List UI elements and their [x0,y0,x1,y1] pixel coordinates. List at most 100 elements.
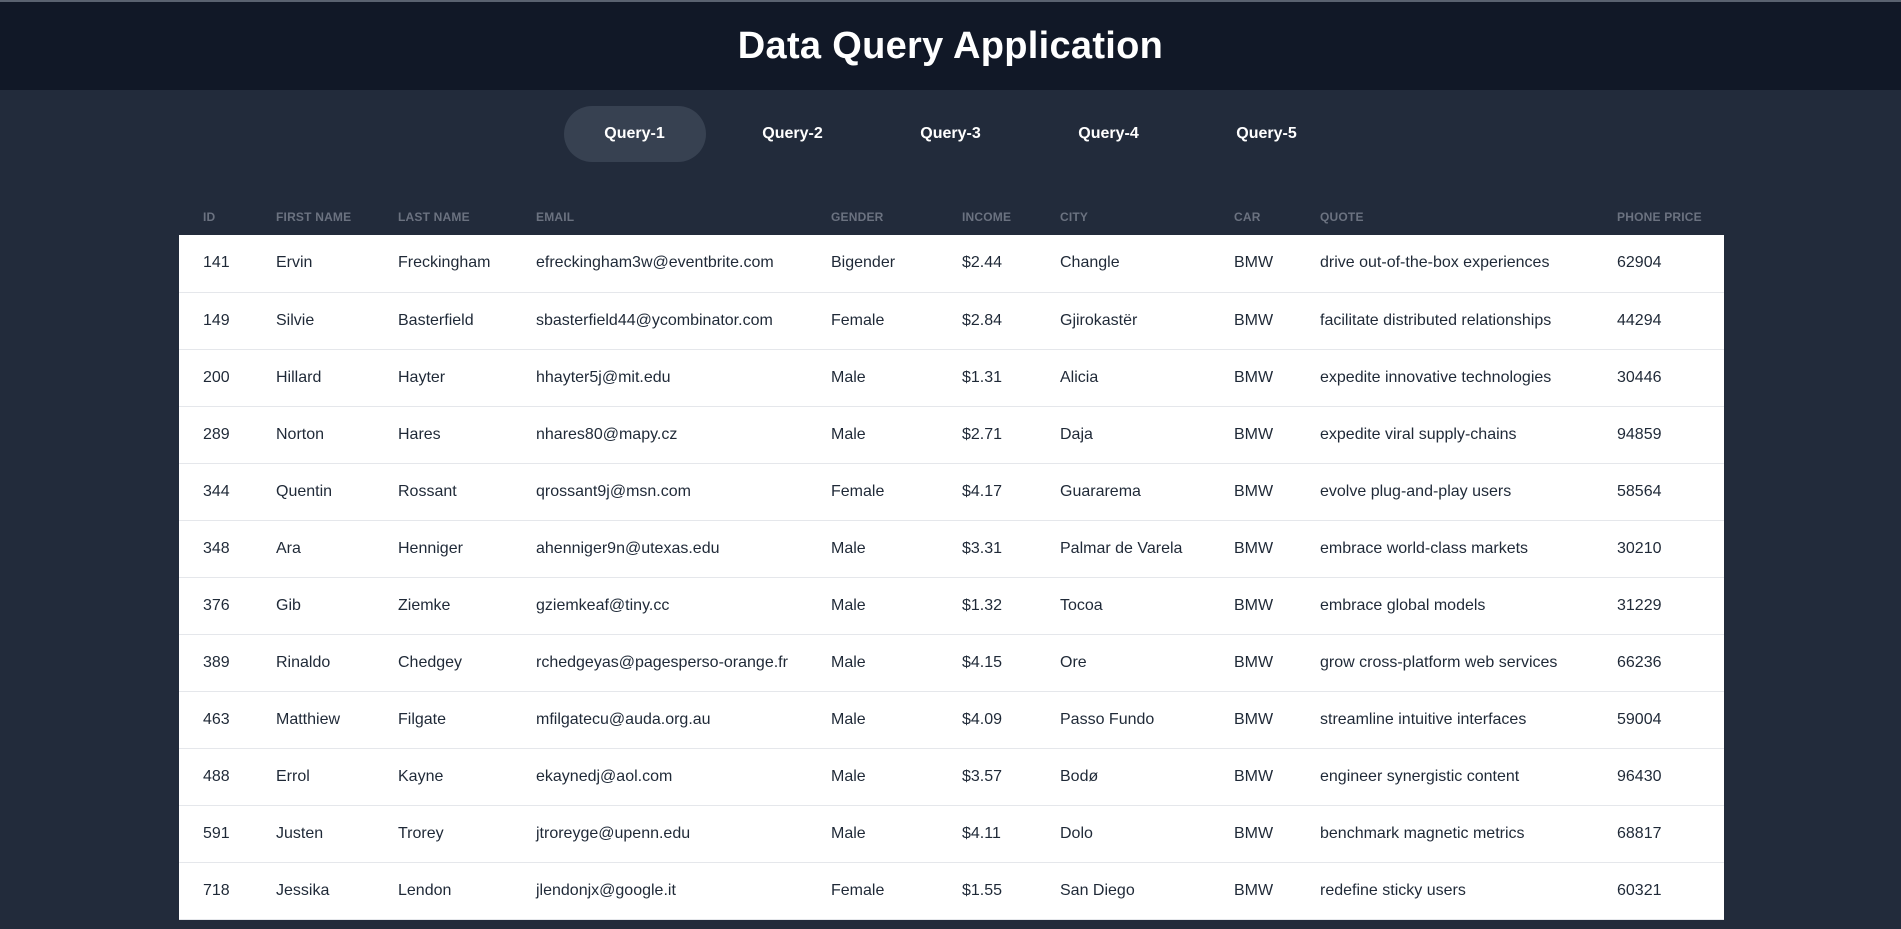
first-name-cell: Justen [276,824,324,842]
column-car-header: CAR [1234,209,1261,224]
id-cell: 591 [203,824,230,842]
car-cell: BMW [1234,311,1274,329]
last-name-cell: Henniger [398,539,463,557]
quote-cell: redefine sticky users [1320,881,1466,899]
tab-query-1[interactable]: Query-1 [563,106,706,162]
tab-query-4[interactable]: Query-4 [1038,106,1180,162]
gender-cell: Female [831,482,885,500]
id-cell: 344 [203,482,230,500]
quote-cell: facilitate distributed relationships [1320,311,1552,329]
car-cell: BMW [1234,767,1274,785]
tab-query-2[interactable]: Query-2 [722,106,864,162]
id-cell: 376 [203,596,230,614]
last-name-cell: Rossant [398,482,457,500]
email-cell: mfilgatecu@auda.org.au [536,710,711,728]
income-cell: $1.31 [962,368,1003,386]
table-body: 141 Ervin Freckingham efreckingham3w@eventb… [179,235,1724,919]
table-row[interactable]: 200 Hillard Hayter hhayter5j@mit.edu Male $1.… [179,349,1724,406]
results-table: ID FIRST NAME LAST NAME EMAIL GENDER INCOME CI… [179,198,1724,920]
last-name-cell: Freckingham [398,254,491,272]
last-name-cell: Chedgey [398,653,463,671]
last-name-cell: Hayter [398,368,446,386]
table-row[interactable]: 389 Rinaldo Chedgey rchedgeyas@pagesperso-o… [179,634,1724,691]
car-cell: BMW [1234,254,1274,272]
car-cell: BMW [1234,653,1274,671]
table-row[interactable]: 348 Ara Henniger ahenniger9n@utexas.edu Male… [179,520,1724,577]
table-row[interactable]: 289 Norton Hares nhares80@mapy.cz Male $2.71 D… [179,406,1724,463]
last-name-cell: Basterfield [398,311,474,329]
quote-cell: embrace global models [1320,596,1486,614]
income-cell: $2.84 [962,311,1003,329]
query-tabs: Query-1 Query-2 Query-3 Query-4 Query-5 [0,106,1901,162]
table-row[interactable]: 149 Silvie Basterfield sbasterfield44@ycomb… [179,292,1724,349]
income-cell: $4.15 [962,653,1003,671]
app-title: Data Query Application [737,24,1164,67]
email-cell: ahenniger9n@utexas.edu [536,539,720,557]
city-cell: Changle [1060,254,1120,272]
id-cell: 149 [203,311,230,329]
column-city-header: CITY [1060,209,1089,224]
first-name-cell: Hillard [276,368,322,386]
car-cell: BMW [1234,824,1274,842]
id-cell: 389 [203,653,230,671]
gender-cell: Female [831,881,885,899]
phone-price-cell: 94859 [1617,425,1662,443]
first-name-cell: Gib [276,596,301,614]
column-income-header: INCOME [962,209,1012,224]
gender-cell: Male [831,539,866,557]
car-cell: BMW [1234,596,1274,614]
income-cell: $1.32 [962,596,1003,614]
city-cell: Daja [1060,425,1093,443]
first-name-cell: Matthiew [276,710,341,728]
car-cell: BMW [1234,539,1274,557]
car-cell: BMW [1234,881,1274,899]
phone-price-cell: 44294 [1617,311,1662,329]
table-row[interactable]: 591 Justen Trorey jtroreyge@upenn.edu Male $4… [179,805,1724,862]
income-cell: $4.11 [962,824,1001,842]
tab-query-3[interactable]: Query-3 [880,106,1022,162]
table-row[interactable]: 344 Quentin Rossant qrossant9j@msn.com Femal… [179,463,1724,520]
id-cell: 488 [203,767,230,785]
car-cell: BMW [1234,482,1274,500]
email-cell: hhayter5j@mit.edu [536,368,671,386]
quote-cell: engineer synergistic content [1320,767,1520,785]
gender-cell: Male [831,653,866,671]
first-name-cell: Quentin [276,482,333,500]
first-name-cell: Jessika [276,881,330,899]
last-name-cell: Lendon [398,881,452,899]
quote-cell: drive out-of-the-box experiences [1320,254,1550,272]
email-cell: qrossant9j@msn.com [536,482,691,500]
phone-price-cell: 96430 [1617,767,1662,785]
last-name-cell: Trorey [398,824,444,842]
email-cell: jlendonjx@google.it [536,881,676,899]
column-last-name-header: LAST NAME [398,209,470,224]
table-row[interactable]: 488 Errol Kayne ekaynedj@aol.com Male $3.57 Bo… [179,748,1724,805]
first-name-cell: Silvie [276,311,315,329]
phone-price-cell: 58564 [1617,482,1662,500]
city-cell: Bodø [1060,767,1099,785]
quote-cell: grow cross-platform web services [1320,653,1558,671]
tab-query-5[interactable]: Query-5 [1196,106,1338,162]
quote-cell: streamline intuitive interfaces [1320,710,1527,728]
income-cell: $1.55 [962,881,1003,899]
table-row[interactable]: 376 Gib Ziemke gziemkeaf@tiny.cc Male $1.32 To… [179,577,1724,634]
email-cell: nhares80@mapy.cz [536,425,678,443]
email-cell: ekaynedj@aol.com [536,767,673,785]
table-row[interactable]: 141 Ervin Freckingham efreckingham3w@eventb… [179,235,1724,292]
phone-price-cell: 30210 [1617,539,1662,557]
first-name-cell: Errol [276,767,310,785]
quote-cell: expedite viral supply-chains [1320,425,1517,443]
income-cell: $4.09 [962,710,1003,728]
last-name-cell: Filgate [398,710,447,728]
phone-price-cell: 60321 [1617,881,1662,899]
city-cell: Guararema [1060,482,1141,500]
email-cell: sbasterfield44@ycombinator.com [536,311,773,329]
table-row[interactable]: 463 Matthiew Filgate mfilgatecu@auda.org.au… [179,691,1724,748]
id-cell: 141 [203,254,230,272]
table-row[interactable]: 718 Jessika Lendon jlendonjx@google.it Femal… [179,862,1724,919]
id-cell: 348 [203,539,230,557]
city-cell: San Diego [1060,881,1135,899]
gender-cell: Male [831,368,866,386]
gender-cell: Male [831,596,866,614]
gender-cell: Bigender [831,254,896,272]
